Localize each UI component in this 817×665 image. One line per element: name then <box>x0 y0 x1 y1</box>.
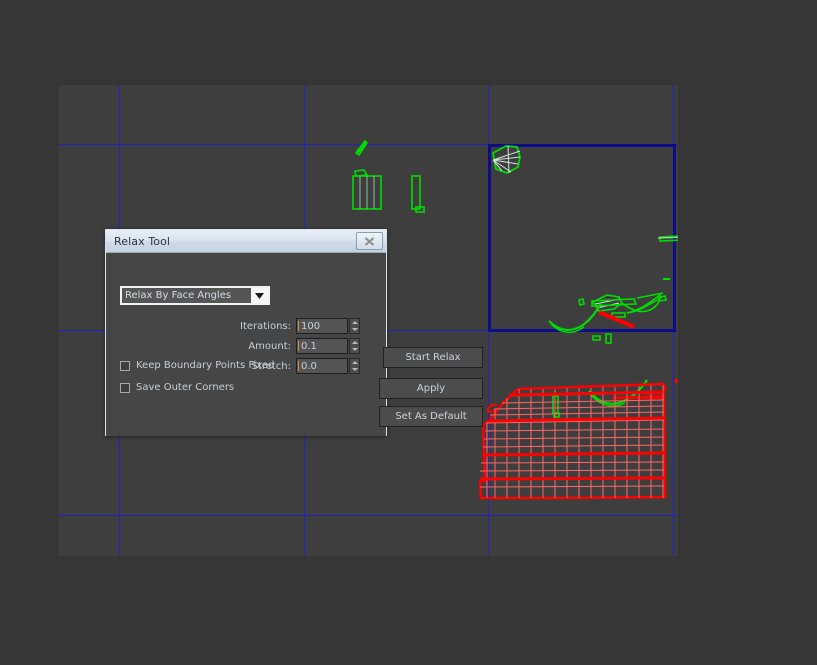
set-as-default-button[interactable]: Set As Default <box>379 406 483 427</box>
amount-label: Amount: <box>248 340 291 352</box>
keep-boundary-points-fixed-checkbox[interactable]: Keep Boundary Points Fixed <box>120 360 274 371</box>
dialog-titlebar[interactable]: Relax Tool <box>106 230 386 253</box>
keep-boundary-points-fixed-label: Keep Boundary Points Fixed <box>136 360 275 371</box>
triangle-up-icon[interactable] <box>350 339 359 346</box>
save-outer-corners-checkbox[interactable]: Save Outer Corners <box>120 382 234 393</box>
relax-method-value: Relax By Face Angles <box>125 290 232 301</box>
dialog-title: Relax Tool <box>114 234 171 248</box>
close-icon <box>364 236 375 246</box>
checkbox-icon[interactable] <box>120 382 130 393</box>
triangle-up-icon[interactable] <box>350 319 359 326</box>
start-relax-button[interactable]: Start Relax <box>383 347 483 368</box>
close-button[interactable] <box>356 232 383 250</box>
relax-tool-dialog[interactable]: Relax Tool Relax By Face Angles Iteratio… <box>105 229 483 436</box>
dialog-body: Relax By Face Angles Iterations: 100 Amo… <box>106 253 483 436</box>
relax-method-dropdown[interactable]: Relax By Face Angles <box>120 286 270 305</box>
iterations-input[interactable]: 100 <box>296 318 348 334</box>
apply-button[interactable]: Apply <box>379 378 483 399</box>
triangle-down-icon[interactable] <box>350 346 359 353</box>
iterations-label: Iterations: <box>240 320 291 332</box>
triangle-down-icon[interactable] <box>350 326 359 333</box>
save-outer-corners-label: Save Outer Corners <box>136 382 235 393</box>
amount-row: Amount: 0.1 <box>106 338 366 354</box>
amount-input[interactable]: 0.1 <box>296 338 348 354</box>
stretch-input[interactable]: 0.0 <box>296 358 348 374</box>
iterations-spinner[interactable] <box>349 318 360 334</box>
triangle-down-icon[interactable] <box>350 366 359 373</box>
checkbox-icon[interactable] <box>120 360 130 371</box>
triangle-up-icon[interactable] <box>350 359 359 366</box>
iterations-row: Iterations: 100 <box>106 318 366 334</box>
stretch-spinner[interactable] <box>349 358 360 374</box>
amount-spinner[interactable] <box>349 338 360 354</box>
chevron-down-icon[interactable] <box>251 288 268 303</box>
